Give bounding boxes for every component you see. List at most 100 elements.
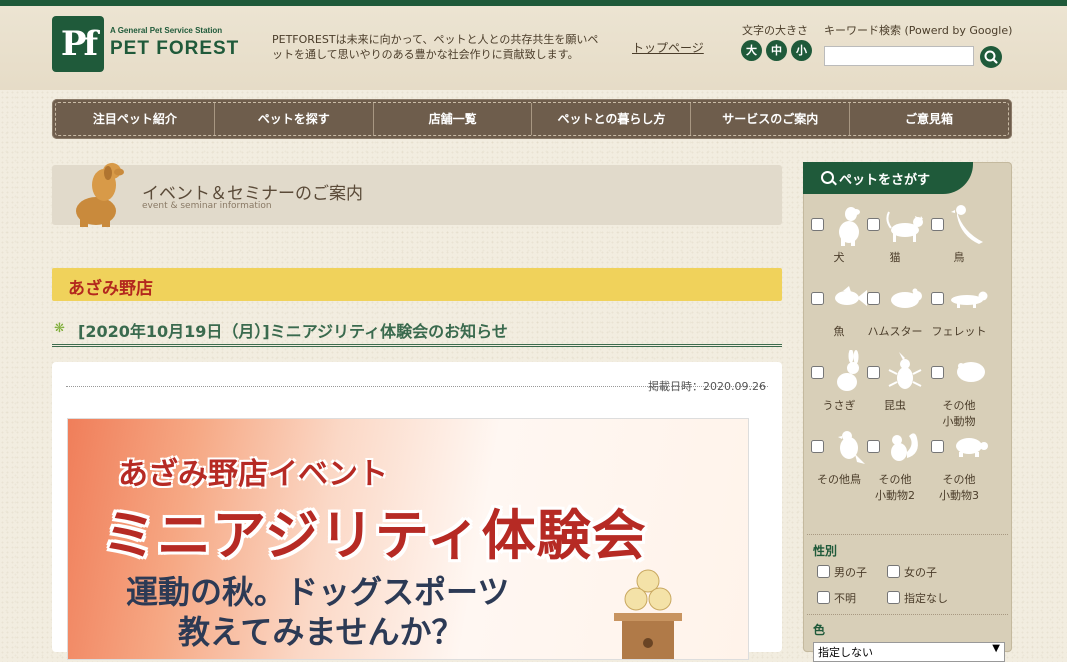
rabbit-icon (837, 350, 859, 391)
logo-tagline: A General Pet Service Station (110, 26, 223, 35)
animal-option-small-animal[interactable]: その他 小動物 (931, 350, 995, 428)
small-animal-icon (957, 362, 985, 382)
pet-search-sidebar: ペットをさがす 犬 猫 鳥 魚 ハムスター フェレット うさぎ 昆虫 その他 小… (803, 162, 1012, 662)
animal-label: 鳥 (953, 251, 965, 264)
gender-label: 男の子 (834, 566, 867, 579)
animal-label: 猫 (889, 251, 901, 264)
hamster-checkbox[interactable] (867, 292, 880, 305)
small-animal-checkbox[interactable] (931, 366, 944, 379)
chevron-down-icon: ▼ (992, 643, 1000, 654)
ferret-checkbox[interactable] (931, 292, 944, 305)
font-size-small-button[interactable]: 小 (791, 40, 812, 61)
animal-label: 昆虫 (884, 399, 906, 412)
sidebar-divider (807, 534, 1008, 535)
top-page-link[interactable]: トップページ (632, 39, 704, 56)
unknown-checkbox[interactable] (817, 591, 830, 604)
color-select-value: 指定しない (818, 646, 873, 659)
gender-heading: 性別 (813, 544, 838, 558)
event-title: [2020年10月19日（月）]ミニアジリティ体験会のお知らせ (78, 322, 508, 341)
animal-label: 犬 (833, 251, 845, 264)
male-checkbox[interactable] (817, 565, 830, 578)
animal-label: ハムスター (867, 325, 923, 338)
ferret-icon (951, 291, 988, 308)
animal-option-bird[interactable]: 鳥 (931, 202, 995, 274)
animal-option-cat[interactable]: 猫 (867, 202, 931, 274)
rabbit-checkbox[interactable] (811, 366, 824, 379)
dog-illustration-icon (76, 163, 124, 227)
turtle-icon (956, 438, 988, 457)
font-size-large-button[interactable]: 大 (741, 40, 762, 61)
event-article: 掲載日時：2020.09.26 あざみ野店イベント ミニアジリティ体験会 運動の… (52, 362, 782, 660)
cat-checkbox[interactable] (867, 218, 880, 231)
other-bird-icon (838, 431, 865, 464)
tsukimi-dango-icon (614, 569, 682, 659)
store-name: あざみ野店 (68, 279, 153, 299)
animal-option-hamster[interactable]: ハムスター (867, 276, 931, 348)
nav-find-pets[interactable]: ペットを探す (213, 103, 373, 135)
squirrel-icon (891, 433, 918, 461)
pet-search-tab: ペットをさがす (803, 162, 973, 194)
other-bird-checkbox[interactable] (811, 440, 824, 453)
event-title-heading: ❋ [2020年10月19日（月）]ミニアジリティ体験会のお知らせ (52, 316, 782, 347)
posted-date: 掲載日時：2020.09.26 (648, 380, 766, 393)
female-checkbox[interactable] (887, 565, 900, 578)
bird-icon (951, 205, 983, 244)
site-logo[interactable]: Pf A General Pet Service Station PET FOR… (52, 16, 238, 78)
animal-label: フェレット (931, 325, 987, 338)
animal-option-small-animal-2[interactable]: その他 小動物2 (867, 424, 931, 502)
fish-checkbox[interactable] (811, 292, 824, 305)
logo-mark: Pf (52, 16, 104, 72)
search-icon (821, 171, 834, 184)
poster-subtitle: あざみ野店イベント (118, 457, 388, 492)
animal-option-insect[interactable]: 昆虫 (867, 350, 931, 422)
paw-icon: ❋ (54, 321, 65, 336)
gender-label: 指定なし (904, 592, 948, 605)
poster-title: ミニアジリティ体験会 (102, 504, 647, 567)
animal-label: 魚 (833, 325, 845, 338)
poster-line-2: 教えてみませんか？ (178, 613, 464, 651)
dog-checkbox[interactable] (811, 218, 824, 231)
animal-label: その他 小動物2 (875, 473, 915, 502)
page-subtitle: event & seminar information (142, 201, 272, 211)
nav-living-with-pets[interactable]: ペットとの暮らし方 (531, 103, 690, 135)
gender-label: 不明 (834, 592, 856, 605)
gender-option-male[interactable]: 男の子 (817, 564, 867, 580)
dog-icon (839, 207, 860, 246)
site-header: Pf A General Pet Service Station PET FOR… (0, 6, 1067, 90)
animal-option-small-animal-3[interactable]: その他 小動物3 (931, 424, 995, 502)
font-size-medium-button[interactable]: 中 (766, 40, 787, 61)
font-size-label: 文字の大きさ (742, 24, 808, 37)
gender-option-female[interactable]: 女の子 (887, 564, 937, 580)
animal-label: うさぎ (822, 399, 856, 412)
store-heading: あざみ野店 (52, 268, 782, 301)
gender-option-unspecified[interactable]: 指定なし (887, 590, 948, 606)
nav-services[interactable]: サービスのご案内 (690, 103, 849, 135)
nav-feedback[interactable]: ご意見箱 (849, 103, 1008, 135)
gender-option-unknown[interactable]: 不明 (817, 590, 856, 606)
small-animal-3-checkbox[interactable] (931, 440, 944, 453)
insect-checkbox[interactable] (867, 366, 880, 379)
search-button[interactable] (980, 46, 1002, 68)
nav-featured-pets[interactable]: 注目ペット紹介 (56, 103, 214, 135)
bird-checkbox[interactable] (931, 218, 944, 231)
color-heading: 色 (813, 623, 826, 637)
animal-label: その他鳥 (817, 473, 861, 486)
event-poster-image: あざみ野店イベント ミニアジリティ体験会 運動の秋。ドッグスポーツ 教えてみませ… (67, 418, 749, 660)
global-nav: 注目ペット紹介 ペットを探す 店舗一覧 ペットとの暮らし方 サービスのご案内 ご… (52, 99, 1012, 139)
small-animal-2-checkbox[interactable] (867, 440, 880, 453)
color-select[interactable]: 指定しない ▼ (813, 642, 1005, 662)
fish-icon (835, 286, 867, 306)
site-tagline: PETFORESTは未来に向かって、ペットと人との共存共生を願いペットを通して思… (272, 33, 599, 61)
unspecified-checkbox[interactable] (887, 591, 900, 604)
pet-search-title: ペットをさがす (839, 173, 931, 188)
gender-label: 女の子 (904, 566, 937, 579)
sidebar-divider (807, 614, 1008, 615)
nav-stores[interactable]: 店舗一覧 (372, 103, 532, 135)
animal-label: その他 小動物3 (939, 473, 979, 502)
beetle-icon (888, 352, 922, 389)
animal-option-ferret[interactable]: フェレット (931, 276, 995, 348)
keyword-search-label: キーワード検索 (Powerd by Google) (824, 24, 1013, 37)
keyword-search-input[interactable] (824, 46, 974, 66)
cat-icon (886, 211, 923, 242)
hamster-icon (891, 288, 922, 308)
